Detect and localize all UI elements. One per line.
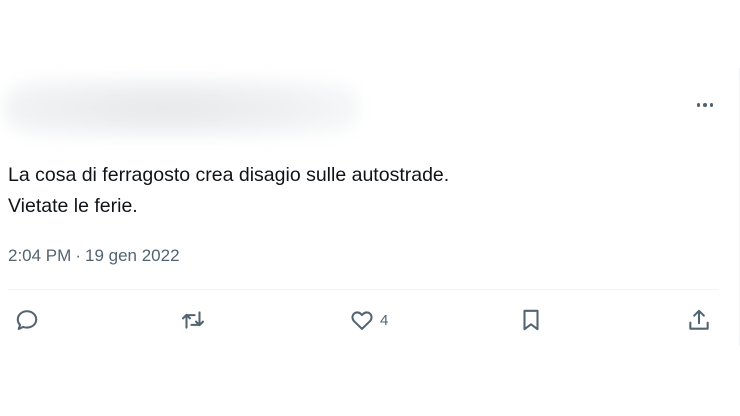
- retweet-icon: [182, 311, 204, 329]
- bookmark-button[interactable]: [518, 305, 544, 335]
- more-options-dot: [709, 103, 714, 107]
- tweet-timestamp[interactable]: 2:04 PM · 19 gen 2022: [8, 244, 180, 268]
- heart-icon: [351, 311, 373, 330]
- like-button[interactable]: 4: [349, 305, 388, 335]
- tweet-time: 2:04 PM: [8, 246, 72, 265]
- bookmark-icon: [523, 309, 539, 331]
- tweet-text-line: Vietate le ferie.: [8, 195, 138, 217]
- share-button[interactable]: [686, 305, 712, 335]
- more-options-dot: [703, 103, 707, 107]
- timestamp-separator: ·: [75, 246, 81, 265]
- more-options-icon: [696, 103, 701, 107]
- like-count: 4: [380, 311, 389, 329]
- more-options-button[interactable]: [688, 92, 722, 118]
- reply-icon: [16, 310, 38, 331]
- reply-button[interactable]: [14, 305, 40, 335]
- tweet-date: 19 gen 2022: [84, 246, 180, 265]
- retweet-button[interactable]: [180, 305, 206, 335]
- tweet-text: La cosa di ferragosto crea disagio sulle…: [8, 160, 708, 222]
- actions-divider: [8, 289, 719, 290]
- tweet-text-line: La cosa di ferragosto crea disagio sulle…: [8, 164, 450, 186]
- blurred-author-header: [4, 78, 360, 138]
- share-icon: [689, 309, 709, 330]
